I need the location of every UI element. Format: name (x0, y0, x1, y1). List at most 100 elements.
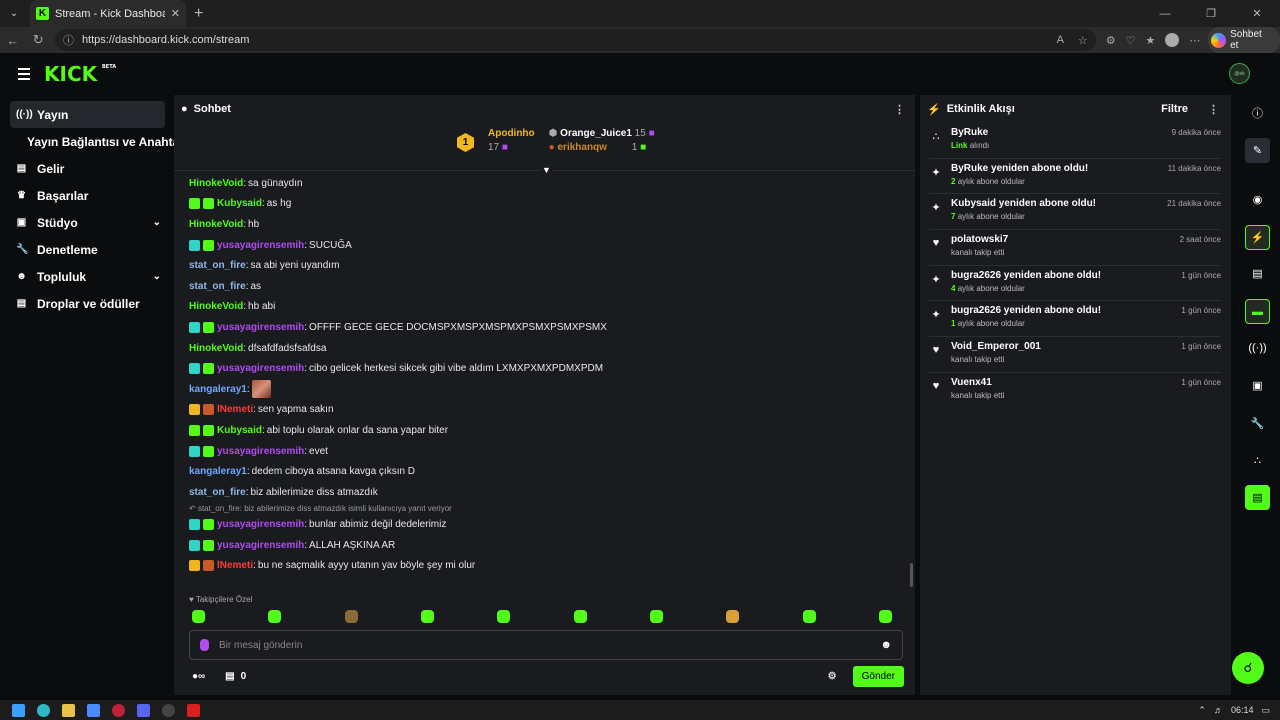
sidebar-item-studyo[interactable]: ▣ Stüdyo ⌄ (10, 209, 165, 236)
user-badge-icon[interactable] (189, 445, 200, 457)
notes-icon[interactable]: ▤ (1245, 261, 1270, 286)
chat-username[interactable]: kangaleray1 (189, 384, 247, 395)
chat-username[interactable]: yusayagirensemih (217, 519, 304, 530)
chat-scrollbar[interactable] (910, 563, 913, 587)
activity-item[interactable]: ✦ bugra2626 yeniden abone oldu! 1 aylık ab… (929, 301, 1221, 338)
chat-menu-icon[interactable]: ⋮ (894, 103, 905, 116)
chat-username[interactable]: kangaleray1 (189, 466, 247, 477)
user-badge-icon[interactable] (203, 445, 214, 457)
chat-icon[interactable]: ▬ (1245, 299, 1270, 324)
hamburger-menu-icon[interactable] (18, 68, 30, 80)
chat-username[interactable]: stat_on_fire (189, 260, 246, 271)
read-aloud-icon[interactable]: A (1057, 34, 1064, 46)
user-badge-icon[interactable] (189, 519, 200, 531)
activity-item[interactable]: ♥ polatowski7 kanalı takip etti 2 saat önc… (929, 230, 1221, 266)
browser-tab[interactable]: K Stream - Kick Dashboard ✕ (30, 0, 186, 27)
explorer-icon[interactable] (62, 703, 75, 717)
chat-username[interactable]: stat_on_fire (189, 487, 246, 498)
sidebar-item-basarilar[interactable]: ♛ Başarılar (10, 182, 165, 209)
start-icon[interactable] (12, 703, 25, 717)
chat-username[interactable]: Kubysaid (217, 198, 262, 209)
support-headset-icon[interactable]: ☌ (1232, 652, 1264, 684)
emote-icon[interactable] (802, 610, 816, 623)
close-tab-icon[interactable]: ✕ (171, 7, 180, 20)
chat-username[interactable]: yusayagirensemih (217, 322, 304, 333)
tray-chevron-icon[interactable]: ⌃ (1198, 705, 1206, 716)
sidebar-item-topluluk[interactable]: ☻ Topluluk ⌄ (10, 263, 165, 290)
send-button[interactable]: Gönder (852, 665, 904, 687)
broadcast-icon[interactable]: ((·)) (1245, 335, 1270, 360)
copilot-button[interactable]: Sohbet et (1208, 27, 1280, 53)
emote-icon[interactable] (878, 610, 892, 623)
emote-icon[interactable] (420, 610, 434, 623)
browser-essentials-icon[interactable]: ♡ (1126, 34, 1136, 47)
sidebar-item-gelir[interactable]: ▤ Gelir (10, 155, 165, 182)
chat-username[interactable]: HinokeVoid (189, 178, 243, 189)
user-badge-icon[interactable] (203, 539, 214, 551)
leaderboard-first[interactable]: Apodinho 17 ■ (488, 127, 535, 155)
obs-icon[interactable] (162, 703, 175, 717)
activity-item[interactable]: ✦ bugra2626 yeniden abone oldu! 4 aylık ab… (929, 266, 1221, 302)
tab-list-chevron-icon[interactable]: ⌄ (2, 4, 26, 24)
activity-item[interactable]: ♥ Vuenx41 kanalı takip etti 1 gün önce (929, 373, 1221, 409)
collections-icon[interactable]: ★ (1146, 34, 1156, 47)
sidebar-item-droplar[interactable]: ▤ Droplar ve ödüller (10, 290, 165, 317)
chat-username[interactable]: HinokeVoid (189, 219, 243, 230)
user-badge-icon[interactable] (203, 363, 214, 375)
user-badge-icon[interactable] (189, 239, 200, 251)
site-info-icon[interactable]: ⓘ (63, 32, 74, 48)
more-menu-icon[interactable]: ⋯ (1189, 34, 1200, 47)
minimize-icon[interactable]: — (1142, 0, 1188, 27)
chat-username[interactable]: Kubysaid (217, 425, 262, 436)
points-icon[interactable]: ●∞ (192, 671, 205, 682)
user-badge-icon[interactable] (189, 404, 200, 416)
user-badge-icon[interactable] (203, 321, 214, 333)
maximize-icon[interactable]: ❐ (1188, 0, 1234, 27)
mic-icon[interactable] (200, 639, 209, 651)
edge-icon[interactable] (37, 703, 50, 717)
chat-username[interactable]: yusayagirensemih (217, 540, 304, 551)
sidebar-item-denetleme[interactable]: 🔧 Denetleme (10, 236, 165, 263)
emote-icon[interactable] (649, 610, 663, 623)
emote-icon[interactable] (192, 610, 205, 623)
extensions-icon[interactable]: ⚙ (1106, 34, 1116, 47)
emote-icon[interactable] (497, 610, 511, 623)
activity-menu-icon[interactable]: ⋮ (1208, 103, 1219, 116)
close-window-icon[interactable]: ✕ (1234, 0, 1280, 27)
activity-lightning-icon[interactable]: ⚡ (1245, 225, 1270, 250)
kick-logo[interactable]: KICK BETA (44, 62, 116, 86)
reload-icon[interactable]: ↻ (25, 32, 50, 48)
url-bar[interactable]: ⓘ https://dashboard.kick.com/stream A ☆ (54, 29, 1096, 51)
chat-username[interactable]: yusayagirensemih (217, 240, 304, 251)
drops-icon[interactable]: ∴ (1245, 448, 1270, 473)
chat-username[interactable]: yusayagirensemih (217, 446, 304, 457)
chat-input[interactable]: Bir mesaj gönderin ☻ (189, 630, 903, 660)
favorite-star-icon[interactable]: ☆ (1078, 34, 1088, 47)
clapper-icon[interactable]: ▤ (1245, 485, 1270, 510)
leaderboard-others[interactable]: ⬢ Orange_Juice1 15 ■ ● erikhanqw 1 ■ (549, 127, 655, 155)
user-badge-icon[interactable] (189, 424, 200, 436)
chat-username[interactable]: yusayagirensemih (217, 363, 304, 374)
chat-username[interactable]: stat_on_fire (189, 281, 246, 292)
emote-icon[interactable] (344, 610, 358, 623)
activity-item[interactable]: ∴ ByRuke Link alındı 9 dakika önce (929, 123, 1221, 159)
chat-username[interactable]: HinokeVoid (189, 301, 243, 312)
chat-username[interactable]: lNemeti (217, 404, 253, 415)
filter-button[interactable]: Filtre (1161, 103, 1188, 115)
profile-avatar[interactable] (1165, 33, 1180, 47)
emote-icon[interactable] (726, 610, 740, 623)
sidebar-item-yayin[interactable]: ((·)) Yayın (10, 101, 165, 128)
user-badge-icon[interactable] (203, 560, 214, 572)
info-icon[interactable]: ⓘ (1245, 100, 1270, 125)
user-badge-icon[interactable] (203, 198, 214, 210)
chat-username[interactable]: lNemeti (217, 560, 253, 571)
store-icon[interactable] (87, 703, 100, 717)
volume-icon[interactable]: ♬ (1214, 705, 1223, 715)
user-badge-icon[interactable] (203, 519, 214, 531)
chat-emote-image[interactable] (251, 380, 271, 399)
video-icon[interactable]: ▣ (1245, 373, 1270, 398)
sidebar-item-stream-key[interactable]: Yayın Bağlantısı ve Anahtarı (10, 128, 187, 155)
user-badge-icon[interactable] (189, 321, 200, 333)
user-badge-icon[interactable] (189, 560, 200, 572)
emote-icon[interactable] (268, 610, 282, 623)
